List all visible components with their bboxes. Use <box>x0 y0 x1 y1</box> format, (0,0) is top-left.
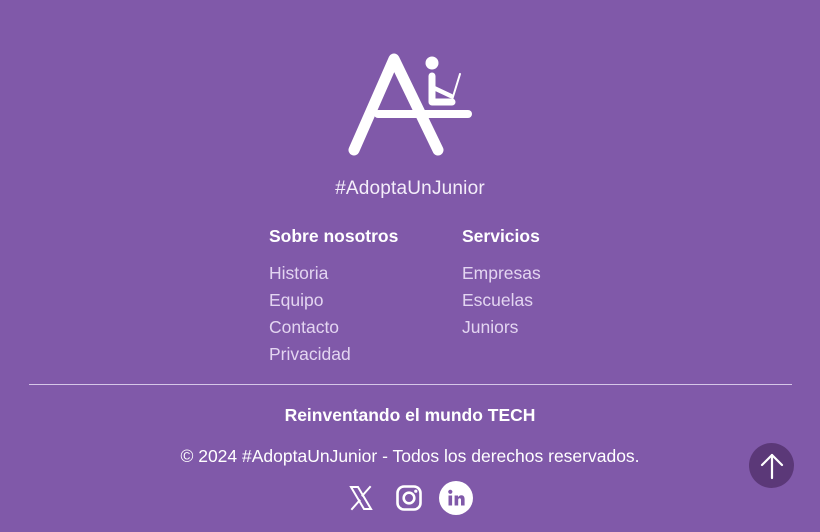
footer-slogan: Reinventando el mundo TECH <box>284 405 536 425</box>
footer-copyright: © 2024 #AdoptaUnJunior - Todos los derec… <box>180 446 640 466</box>
arrow-up-icon <box>760 453 783 479</box>
footer-link-juniors[interactable]: Juniors <box>462 314 541 341</box>
footer-column-services: Servicios Empresas Escuelas Juniors <box>462 225 541 341</box>
footer-column-title: Sobre nosotros <box>269 226 399 246</box>
instagram-icon <box>396 485 422 511</box>
footer-column-about: Sobre nosotros Historia Equipo Contacto … <box>269 225 398 368</box>
social-links <box>343 480 479 516</box>
footer-link-empresas[interactable]: Empresas <box>462 260 541 287</box>
instagram-link[interactable] <box>391 480 427 516</box>
footer-link-equipo[interactable]: Equipo <box>269 287 398 314</box>
x-twitter-icon <box>349 485 373 511</box>
brand-tagline: #AdoptaUnJunior <box>335 178 485 199</box>
x-twitter-link[interactable] <box>343 480 379 516</box>
footer-link-historia[interactable]: Historia <box>269 260 398 287</box>
footer-link-escuelas[interactable]: Escuelas <box>462 287 541 314</box>
linkedin-icon <box>448 489 465 506</box>
footer-link-privacidad[interactable]: Privacidad <box>269 341 398 368</box>
footer-divider <box>29 384 792 385</box>
footer-column-title: Servicios <box>462 226 540 246</box>
site-footer: #AdoptaUnJunior Sobre nosotros Historia … <box>0 0 820 532</box>
adopta-logo-icon <box>348 53 472 156</box>
scroll-top-button[interactable] <box>749 443 794 488</box>
footer-link-contacto[interactable]: Contacto <box>269 314 398 341</box>
linkedin-link[interactable] <box>439 481 473 515</box>
